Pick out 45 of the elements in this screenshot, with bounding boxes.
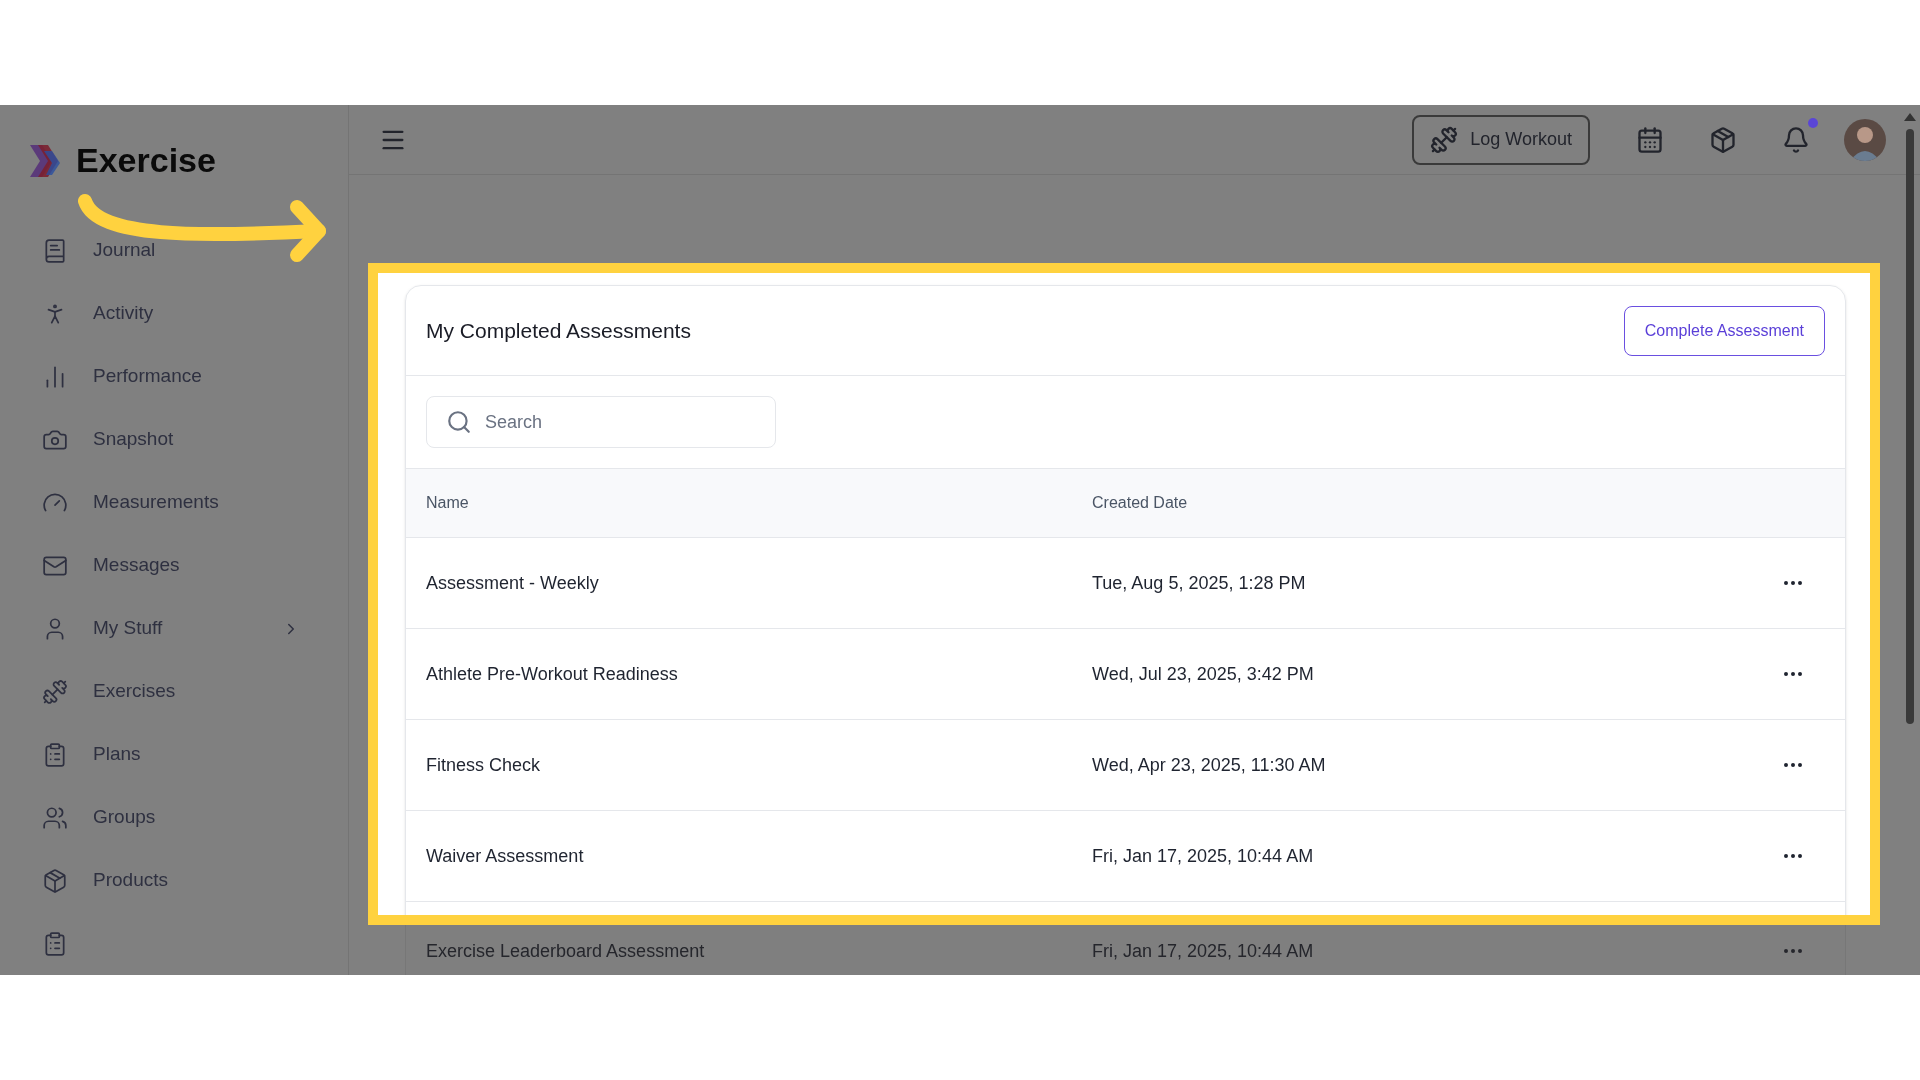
book-icon: [42, 237, 68, 264]
sidebar-item[interactable]: Activity: [0, 282, 348, 345]
table-cell-text: Athlete Pre-Workout Readiness: [426, 662, 679, 686]
sidebar-item[interactable]: Exercises: [0, 660, 348, 723]
table-cell-text: Fri, Jan 17, 2025, 10:44 AM: [1092, 844, 1315, 868]
scroll-up-icon[interactable]: [1904, 113, 1916, 121]
package-icon: [42, 867, 68, 894]
sidebar-item[interactable]: Groups: [0, 786, 348, 849]
sidebar-item[interactable]: Measurements: [0, 471, 348, 534]
table-cell-text: Fitness Check: [426, 753, 542, 777]
table-cell-text: Waiver Assessment: [426, 844, 585, 868]
sidebar-item[interactable]: Journal: [0, 219, 348, 282]
table-cell-text: Fri, Jan 17, 2025, 10:44 AM: [1092, 939, 1315, 963]
search-icon: [446, 409, 472, 435]
avatar[interactable]: [1844, 118, 1886, 161]
notifications-icon[interactable]: [1782, 125, 1810, 154]
sidebar-item[interactable]: Products: [0, 849, 348, 912]
search-field[interactable]: Search: [426, 396, 776, 448]
table-row[interactable]: Waiver Assessment Fri, Jan 17, 2025, 10:44 AM: [406, 811, 1845, 902]
table-cell-text: Wed, Jul 23, 2025, 3:42 PM: [1092, 662, 1315, 686]
table-cell-text: Wed, Apr 23, 2025, 11:30 AM: [1092, 753, 1327, 777]
sidebar-item[interactable]: Messages: [0, 534, 348, 597]
table-row[interactable]: Assessment - Weekly Tue, Aug 5, 2025, 1:28 PM: [406, 538, 1845, 629]
column-header: Name: [426, 493, 470, 513]
sidebar-item[interactable]: Plans: [0, 723, 348, 786]
table-cell-text: Tue, Aug 5, 2025, 1:28 PM: [1092, 571, 1307, 595]
table-row[interactable]: Athlete Pre-Workout Readiness Wed, Jul 23, 2025, 3:42 PM: [406, 629, 1845, 720]
card-title: My Completed Assessments: [426, 317, 691, 344]
sidebar-item[interactable]: Snapshot: [0, 408, 348, 471]
log-workout-button[interactable]: Log Workout: [1412, 114, 1590, 165]
app-name: Exercise: [76, 140, 216, 181]
table-row[interactable]: Fitness Check Wed, Apr 23, 2025, 11:30 AM: [406, 720, 1845, 811]
clipboard-icon: [42, 741, 68, 768]
table-cell-text: Exercise Leaderboard Assessment: [426, 939, 706, 963]
dumbbell-icon: [1430, 125, 1459, 154]
column-header: Created Date: [1092, 493, 1188, 513]
sidebar-item[interactable]: Performance: [0, 345, 348, 408]
people-icon: [42, 804, 68, 831]
table-cell-text: Assessment - Weekly: [426, 571, 600, 595]
package-icon[interactable]: [1709, 125, 1737, 154]
complete-assessment-button[interactable]: Complete Assessment: [1623, 305, 1825, 356]
calendar-icon[interactable]: [1636, 125, 1664, 154]
sidebar-item[interactable]: My Stuff: [0, 597, 348, 660]
dumbbell-icon: [42, 678, 68, 705]
list-icon: [42, 930, 68, 957]
